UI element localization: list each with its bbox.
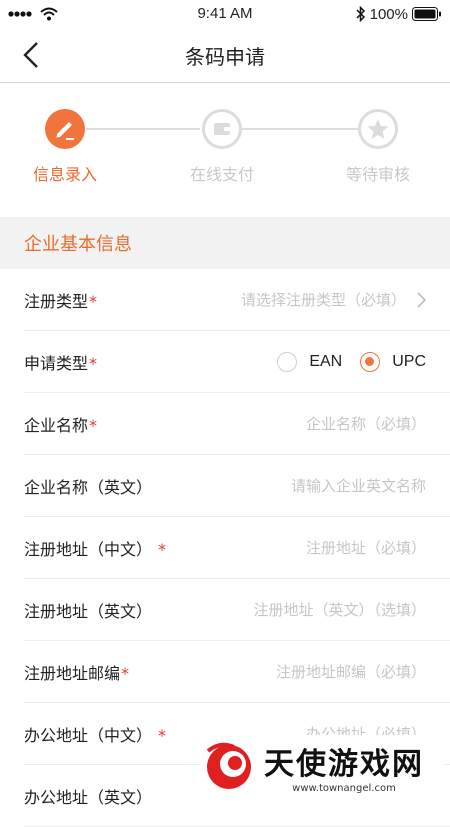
step-circle <box>45 109 85 149</box>
required-mark: * <box>89 291 98 311</box>
reg-address-cn-field[interactable]: 注册地址（中文） * 注册地址（必填） <box>24 517 450 579</box>
radio-ean[interactable]: EAN <box>277 351 343 372</box>
progress-steps: 信息录入 在线支付 等待审核 <box>0 83 450 217</box>
step-label: 信息录入 <box>32 165 97 184</box>
page-title: 条码申请 <box>185 44 265 69</box>
label-text: 企业名称（英文） <box>24 477 153 497</box>
watermark: 天使游戏网 www.townangel.com <box>200 735 445 797</box>
field-placeholder[interactable]: 注册地址（英文）（选填） <box>253 599 426 620</box>
field-placeholder: 请选择注册类型（必填） <box>241 289 426 310</box>
radio-label: UPC <box>392 352 426 370</box>
label-text: 申请类型 <box>24 353 89 373</box>
required-mark: * <box>121 663 130 683</box>
wallet-icon <box>214 123 230 135</box>
field-placeholder[interactable]: 请输入企业英文名称 <box>291 475 426 496</box>
watermark-brand: 天使游戏网 <box>264 746 424 782</box>
registration-type-select[interactable]: 注册类型* 请选择注册类型（必填） <box>24 269 450 331</box>
required-mark: * <box>158 539 167 559</box>
step-label: 在线支付 <box>189 165 254 184</box>
radio-checked-icon[interactable] <box>360 351 381 372</box>
apply-type-radio-group: EAN UPC <box>277 351 426 372</box>
step-circle <box>358 109 398 149</box>
field-label: 企业名称（英文） <box>24 474 153 498</box>
step-await-review: 等待审核 <box>328 109 428 185</box>
company-name-field[interactable]: 企业名称* 企业名称（必填） <box>24 393 450 455</box>
nav-bar: 条码申请 <box>0 28 450 83</box>
field-placeholder[interactable]: 注册地址（必填） <box>306 537 426 558</box>
step-online-payment: 在线支付 <box>172 109 272 185</box>
apply-type-row: 申请类型* EAN UPC <box>24 331 450 393</box>
back-icon[interactable] <box>18 40 44 70</box>
field-placeholder[interactable]: 企业名称（必填） <box>306 413 426 434</box>
radio-label: EAN <box>309 352 343 370</box>
reg-address-en-field[interactable]: 注册地址（英文） 注册地址（英文）（选填） <box>24 579 450 641</box>
section-header: 企业基本信息 <box>0 217 450 269</box>
step-info-entry: 信息录入 <box>15 109 115 185</box>
chevron-right-icon <box>417 291 426 308</box>
radio-unchecked-icon[interactable] <box>277 351 298 372</box>
pencil-icon <box>56 122 74 140</box>
status-time: 9:41 AM <box>197 5 253 22</box>
field-label: 注册类型* <box>24 288 97 312</box>
placeholder-text: 请选择注册类型（必填） <box>240 291 406 309</box>
required-mark: * <box>158 725 167 745</box>
label-text: 注册地址（中文） <box>24 539 153 559</box>
step-circle <box>202 109 242 149</box>
field-label: 办公地址（英文） <box>24 784 153 808</box>
reg-postcode-field[interactable]: 注册地址邮编* 注册地址邮编（必填） <box>24 641 450 703</box>
radio-upc[interactable]: UPC <box>360 351 426 372</box>
label-text: 注册地址邮编 <box>24 663 121 683</box>
required-mark: * <box>89 353 98 373</box>
field-label: 注册地址邮编* <box>24 660 129 684</box>
watermark-logo-icon <box>206 742 251 789</box>
field-label: 注册地址（中文） * <box>24 536 166 560</box>
step-label: 等待审核 <box>345 165 410 184</box>
required-mark: * <box>89 415 98 435</box>
watermark-text: 天使游戏网 www.townangel.com <box>264 739 424 794</box>
company-name-en-field[interactable]: 企业名称（英文） 请输入企业英文名称 <box>24 455 450 517</box>
field-label: 企业名称* <box>24 412 97 436</box>
label-text: 企业名称 <box>24 415 89 435</box>
watermark-url: www.townangel.com <box>292 782 396 794</box>
label-text: 注册地址（英文） <box>24 601 153 621</box>
star-icon <box>367 119 389 139</box>
field-label: 注册地址（英文） <box>24 598 153 622</box>
field-placeholder[interactable]: 注册地址邮编（必填） <box>276 661 426 682</box>
label-text: 办公地址（中文） <box>24 725 153 745</box>
label-text: 注册类型 <box>24 291 89 311</box>
field-label: 办公地址（中文） * <box>24 722 166 746</box>
field-label: 申请类型* <box>24 350 97 374</box>
status-bar: 9:41 AM 100% <box>0 0 450 28</box>
label-text: 办公地址（英文） <box>24 787 153 807</box>
